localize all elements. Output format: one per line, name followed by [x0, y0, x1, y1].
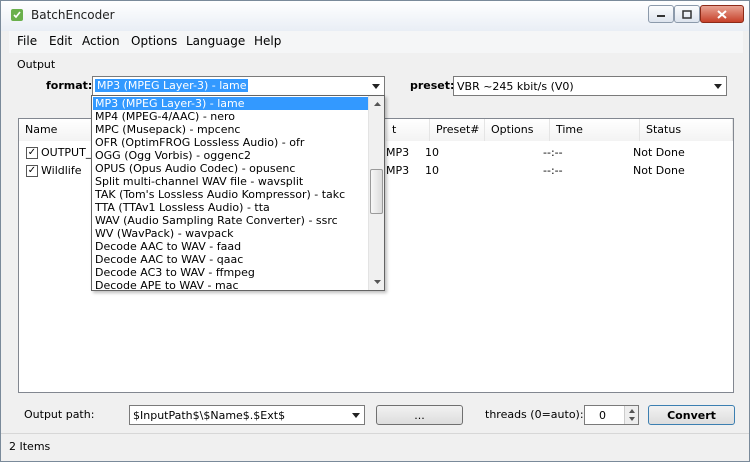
format-option[interactable]: Split multi-channel WAV file - wavsplit: [93, 175, 369, 188]
menu-options[interactable]: Options: [131, 34, 177, 48]
output-path-value: $InputPath$\$Name$.$Ext$: [133, 409, 286, 422]
format-label: format:: [46, 79, 93, 92]
minimize-button[interactable]: [648, 5, 674, 23]
output-path-label: Output path:: [24, 408, 95, 421]
column-header-time[interactable]: Time: [550, 119, 640, 141]
status-bar: 2 Items: [1, 433, 749, 461]
close-icon: [717, 9, 727, 19]
preset-value: VBR ~245 kbit/s (V0): [457, 80, 574, 93]
threads-spinner[interactable]: 0: [584, 405, 639, 425]
minimize-icon: [657, 15, 665, 17]
row-name: Wildlife: [41, 164, 82, 177]
preset-label: preset:: [410, 79, 455, 92]
menu-help[interactable]: Help: [254, 34, 281, 48]
row-checkbox[interactable]: ✓: [26, 165, 38, 177]
row-time: --:--: [543, 164, 563, 177]
format-option[interactable]: OPUS (Opus Audio Codec) - opusenc: [93, 162, 369, 175]
output-path-dropdown-arrow[interactable]: [347, 406, 364, 424]
close-button[interactable]: [700, 5, 744, 23]
format-value: MP3 (MPEG Layer-3) - lame: [95, 79, 249, 92]
format-option[interactable]: MP4 (MPEG-4/AAC) - nero: [93, 110, 369, 123]
format-dropdown-list[interactable]: MP3 (MPEG Layer-3) - lame MP4 (MPEG-4/AA…: [91, 95, 385, 291]
format-option[interactable]: WAV (Audio Sampling Rate Converter) - ss…: [93, 214, 369, 227]
preset-select[interactable]: VBR ~245 kbit/s (V0): [453, 76, 727, 96]
scroll-down-button[interactable]: [369, 274, 384, 290]
format-option[interactable]: TTA (TTAv1 Lossless Audio) - tta: [93, 201, 369, 214]
convert-button[interactable]: Convert: [648, 405, 735, 425]
column-header-status[interactable]: Status: [640, 119, 733, 141]
threads-spin-buttons[interactable]: [624, 406, 638, 424]
menu-language[interactable]: Language: [186, 34, 245, 48]
window-title: BatchEncoder: [31, 8, 115, 22]
row-type: MP3: [386, 146, 410, 159]
menu-bar: File Edit Action Options Language Help: [9, 31, 743, 53]
row-type: MP3: [386, 164, 410, 177]
chevron-down-icon: [371, 83, 380, 89]
format-option[interactable]: OGG (Ogg Vorbis) - oggenc2: [93, 149, 369, 162]
row-time: --:--: [543, 146, 563, 159]
title-bar[interactable]: BatchEncoder: [1, 1, 749, 31]
column-header-preset[interactable]: Preset#: [430, 119, 485, 141]
format-option[interactable]: OFR (OptimFROG Lossless Audio) - ofr: [93, 136, 369, 149]
row-checkbox[interactable]: ✓: [26, 147, 38, 159]
scroll-up-button[interactable]: [369, 96, 384, 112]
format-option[interactable]: Decode AC3 to WAV - ffmpeg: [93, 266, 369, 279]
format-select[interactable]: MP3 (MPEG Layer-3) - lame: [92, 76, 385, 96]
menu-file[interactable]: File: [17, 34, 37, 48]
row-status: Not Done: [633, 146, 685, 159]
dropdown-scrollbar[interactable]: [368, 96, 384, 290]
row-status: Not Done: [633, 164, 685, 177]
chevron-up-icon: [373, 102, 381, 106]
column-header-options[interactable]: Options: [485, 119, 550, 141]
preset-dropdown-arrow[interactable]: [709, 77, 726, 95]
menu-action[interactable]: Action: [82, 34, 120, 48]
format-option[interactable]: WV (WavPack) - wavpack: [93, 227, 369, 240]
format-option[interactable]: Decode AAC to WAV - faad: [93, 240, 369, 253]
chevron-down-icon: [351, 412, 360, 418]
maximize-button[interactable]: [674, 5, 700, 23]
spin-arrows-icon: [629, 409, 635, 421]
app-icon: [11, 9, 23, 21]
row-preset: 10: [425, 164, 439, 177]
format-option[interactable]: TAK (Tom's Lossless Audio Kompressor) - …: [93, 188, 369, 201]
threads-label: threads (0=auto):: [485, 408, 584, 421]
row-preset: 10: [425, 146, 439, 159]
format-option[interactable]: Decode APE to WAV - mac: [93, 279, 369, 290]
format-option[interactable]: Decode AAC to WAV - qaac: [93, 253, 369, 266]
output-group-label: Output: [17, 58, 56, 71]
scroll-thumb[interactable]: [370, 169, 383, 214]
output-path-combo[interactable]: $InputPath$\$Name$.$Ext$: [129, 405, 365, 425]
app-window: BatchEncoder File Edit Action Options La…: [0, 0, 750, 462]
maximize-icon: [682, 9, 692, 19]
menu-edit[interactable]: Edit: [49, 34, 72, 48]
column-header-type[interactable]: t: [386, 119, 430, 141]
threads-value: 0: [599, 409, 606, 422]
format-dropdown-arrow[interactable]: [367, 77, 384, 95]
format-option[interactable]: MPC (Musepack) - mpcenc: [93, 123, 369, 136]
chevron-down-icon: [373, 280, 381, 284]
status-text: 2 Items: [9, 440, 51, 453]
browse-button[interactable]: ...: [376, 405, 463, 425]
format-option[interactable]: MP3 (MPEG Layer-3) - lame: [93, 97, 369, 110]
chevron-down-icon: [713, 83, 722, 89]
